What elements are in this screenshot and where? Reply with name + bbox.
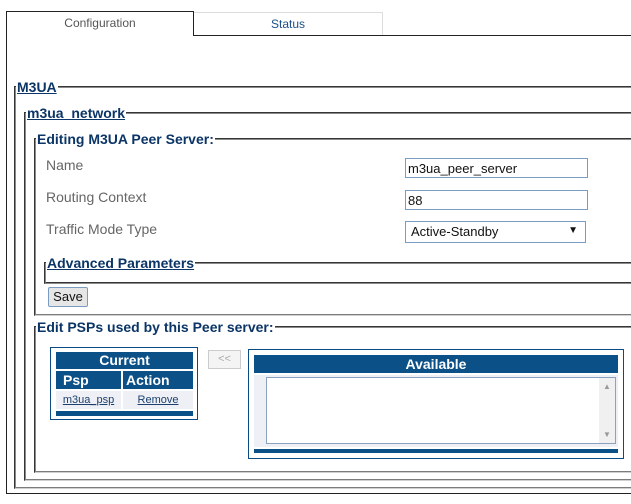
- available-body: ▲ ▼: [254, 375, 618, 447]
- scroll-down-icon[interactable]: ▼: [603, 430, 611, 439]
- available-list[interactable]: ▲ ▼: [266, 377, 616, 444]
- traffic-mode-label: Traffic Mode Type: [46, 221, 158, 237]
- available-psps-panel: Available ▲ ▼: [248, 349, 624, 459]
- current-footer: [56, 411, 193, 416]
- m3ua-link[interactable]: M3UA: [17, 79, 57, 95]
- scrollbar[interactable]: ▲ ▼: [599, 378, 615, 443]
- available-header: Available: [254, 355, 618, 373]
- advanced-parameters-link[interactable]: Advanced Parameters: [47, 255, 194, 271]
- add-psp-button[interactable]: <<: [208, 350, 241, 369]
- advanced-parameters-section: Advanced Parameters: [44, 255, 631, 284]
- table-row-psp: m3ua_psp: [56, 391, 121, 409]
- traffic-mode-select[interactable]: Active-Standby ▼: [405, 221, 586, 243]
- name-label: Name: [46, 157, 84, 173]
- routing-context-input[interactable]: [405, 190, 588, 210]
- edit-psps-legend: Edit PSPs used by this Peer server:: [37, 319, 274, 335]
- tab-configuration[interactable]: Configuration: [6, 11, 194, 36]
- current-psps-table: Current Psp Action m3ua_psp Remove: [50, 347, 198, 420]
- remove-link[interactable]: Remove: [138, 394, 179, 406]
- name-input[interactable]: [405, 158, 588, 178]
- routing-context-label: Routing Context: [46, 189, 147, 205]
- available-footer: [254, 449, 618, 453]
- traffic-mode-value: Active-Standby: [411, 224, 499, 239]
- column-action: Action: [123, 371, 193, 389]
- table-row-action: Remove: [123, 391, 193, 409]
- editing-legend: Editing M3UA Peer Server:: [37, 131, 214, 147]
- dropdown-arrow-icon: ▼: [568, 225, 578, 236]
- current-header: Current: [56, 352, 193, 369]
- column-psp: Psp: [56, 371, 121, 389]
- save-button[interactable]: Save: [48, 287, 88, 307]
- psp-link[interactable]: m3ua_psp: [63, 394, 114, 406]
- network-link[interactable]: m3ua_network: [27, 105, 125, 121]
- scroll-up-icon[interactable]: ▲: [603, 382, 611, 391]
- tab-status[interactable]: Status: [193, 12, 383, 36]
